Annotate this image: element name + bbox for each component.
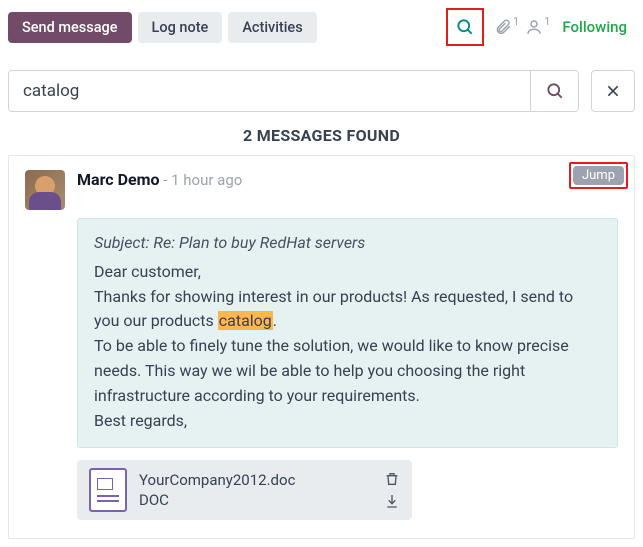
avatar — [25, 170, 65, 210]
attachment-count: 1 — [513, 15, 519, 28]
body-text: . — [273, 311, 277, 330]
delete-attachment-button[interactable] — [384, 471, 400, 487]
download-attachment-button[interactable] — [384, 493, 400, 509]
message-body: Subject: Re: Plan to buy RedHat servers … — [77, 218, 618, 448]
search-input[interactable] — [9, 71, 530, 111]
person-icon — [525, 18, 543, 36]
body-text: Thanks for showing interest in our produ… — [94, 287, 573, 331]
jump-highlight: Jump — [569, 162, 628, 189]
attachments-counter[interactable]: 1 — [494, 18, 519, 36]
followers-counter[interactable]: 1 — [525, 18, 550, 36]
file-meta: YourCompany2012.doc DOC — [139, 470, 372, 511]
search-icon — [545, 81, 565, 101]
log-note-button[interactable]: Log note — [138, 12, 223, 43]
body-line: Dear customer, — [94, 260, 601, 285]
file-icon — [89, 468, 127, 512]
search-box — [8, 70, 579, 112]
body-line: Thanks for showing interest in our produ… — [94, 285, 601, 335]
message-time: 1 hour ago — [171, 171, 242, 189]
message-card: Jump Marc Demo - 1 hour ago Subject: Re:… — [8, 155, 635, 539]
time-sep: - — [160, 171, 172, 189]
results-header: 2 MESSAGES FOUND — [8, 126, 635, 145]
trash-icon — [384, 471, 400, 487]
following-label[interactable]: Following — [562, 18, 627, 36]
search-highlight: catalog — [218, 311, 273, 330]
file-type: DOC — [139, 490, 372, 510]
follower-count: 1 — [544, 15, 550, 28]
composer-toolbar: Send message Log note Activities 1 1 Fol… — [8, 8, 635, 46]
close-search-button[interactable] — [591, 70, 635, 112]
close-icon — [605, 83, 621, 99]
body-line: Best regards, — [94, 409, 601, 434]
activities-button[interactable]: Activities — [228, 12, 316, 43]
send-message-button[interactable]: Send message — [8, 12, 132, 43]
search-row — [8, 70, 635, 112]
search-icon[interactable] — [449, 11, 481, 43]
file-name: YourCompany2012.doc — [139, 470, 372, 490]
attachment-chip[interactable]: YourCompany2012.doc DOC — [77, 460, 412, 520]
message-subject: Subject: Re: Plan to buy RedHat servers — [94, 231, 601, 256]
download-icon — [384, 493, 400, 509]
author-name: Marc Demo — [77, 170, 160, 189]
search-toggle-highlight — [446, 8, 484, 46]
body-line: To be able to finely tune the solution, … — [94, 334, 601, 408]
search-submit-button[interactable] — [530, 71, 578, 111]
jump-button[interactable]: Jump — [573, 166, 624, 185]
paperclip-icon — [494, 18, 512, 36]
